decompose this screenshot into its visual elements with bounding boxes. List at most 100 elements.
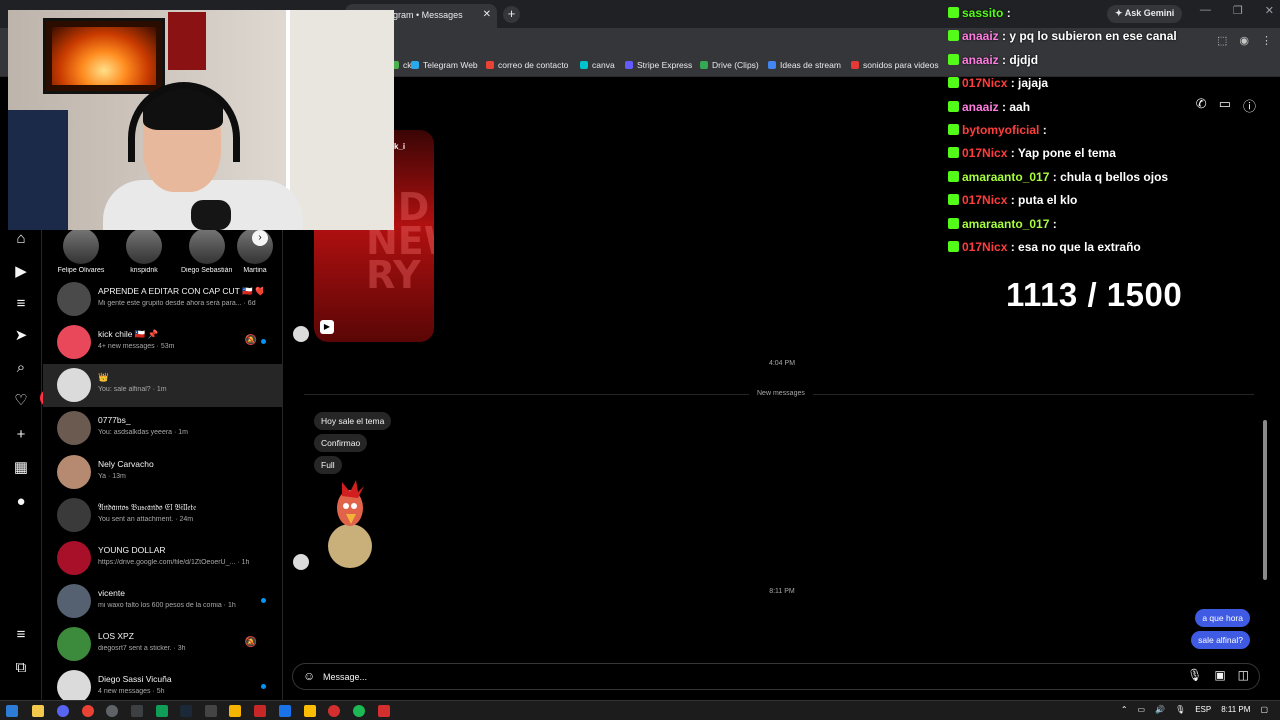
windows-start-icon[interactable]	[6, 705, 18, 717]
image-upload-icon[interactable]: ▣	[1214, 668, 1225, 682]
app-icon[interactable]	[328, 705, 340, 717]
avatar	[57, 584, 91, 618]
bookmark-item[interactable]: sonidos para videos	[851, 60, 939, 70]
conversation-preview: diegosrt7 sent a sticker. · 3h	[98, 645, 186, 652]
message-bubble-outgoing[interactable]: sale alfinal?	[1191, 631, 1250, 649]
chrome-icon[interactable]	[82, 705, 94, 717]
also-from-meta-icon[interactable]: ⧉	[11, 658, 31, 678]
drive-icon	[700, 61, 708, 69]
message-bubble-outgoing[interactable]: a que hora	[1195, 609, 1250, 627]
webcam-fireplace	[52, 27, 156, 85]
avatar	[57, 498, 91, 532]
close-tab-icon[interactable]: ✕	[483, 9, 491, 20]
file-explorer-icon[interactable]	[32, 705, 44, 717]
mic-icon[interactable]: 🎙	[1175, 705, 1185, 714]
tab-title: gram • Messages	[393, 10, 463, 20]
sender-avatar	[293, 554, 309, 570]
terminal-icon[interactable]	[156, 705, 168, 717]
rooster-sticker[interactable]	[320, 476, 378, 570]
clock[interactable]: 8:11 PM	[1221, 705, 1250, 714]
conversation-row[interactable]: vicente mi waxo falto los 600 pesos de la…	[43, 580, 283, 623]
stream-chat-message: 017Nicx : jajaja	[948, 76, 1048, 96]
chevron-right-icon[interactable]: ›	[252, 230, 268, 246]
messenger-icon[interactable]: ➤	[11, 326, 31, 346]
app-icon[interactable]	[205, 705, 217, 717]
microphone-icon[interactable]: 🎙	[1187, 668, 1202, 682]
conversation-name: 𝔄𝔫𝔡𝔞𝔪𝔬𝔰 𝔅𝔲𝔰𝔠𝔞𝔫𝔡𝔬 𝔈𝔩 𝔅𝔦𝔩𝔩𝔢𝔱𝔢	[98, 502, 197, 512]
stream-chat-username: 017Nicx	[962, 193, 1008, 208]
discord-icon[interactable]	[57, 705, 69, 717]
notifications-icon[interactable]: ▢	[1260, 705, 1268, 714]
chevron-up-icon[interactable]: ⌃	[1121, 705, 1128, 714]
conversation-name: 👑	[98, 372, 109, 382]
bookmark-item[interactable]: Telegram Web	[411, 60, 478, 70]
bookmark-item[interactable]: Stripe Express	[625, 60, 692, 70]
steam-icon[interactable]	[180, 705, 192, 717]
conversation-row[interactable]: APRENDE A EDITAR CON CAP CUT 🇨🇱 ❤️ 📌 Mi g…	[43, 278, 283, 321]
chat-scrollbar[interactable]	[1263, 420, 1267, 580]
notifications-heart-icon[interactable]: ♡	[11, 391, 31, 411]
conversation-row[interactable]: Nely Carvacho Ya · 13m	[43, 451, 283, 494]
stream-chat-username: anaaiz	[962, 99, 999, 114]
bookmark-item[interactable]: Ideas de stream	[768, 60, 841, 70]
app-icon[interactable]	[378, 705, 390, 717]
language-indicator[interactable]: ESP	[1195, 705, 1211, 714]
avatar	[57, 325, 91, 359]
conversation-row[interactable]: 𝔄𝔫𝔡𝔞𝔪𝔬𝔰 𝔅𝔲𝔰𝔠𝔞𝔫𝔡𝔬 𝔈𝔩 𝔅𝔦𝔩𝔩𝔢𝔱𝔢 You sent an a…	[43, 494, 283, 537]
message-bubble-incoming[interactable]: Hoy sale el tema	[314, 412, 392, 430]
message-bubble-incoming[interactable]: Confirmao	[314, 434, 368, 452]
bookmark-item[interactable]: canva	[580, 60, 615, 70]
sticker-icon[interactable]: ◫	[1238, 668, 1249, 682]
home-icon[interactable]: ⌂	[11, 229, 31, 249]
app-icon[interactable]	[131, 705, 143, 717]
reels-icon[interactable]: ▶	[11, 262, 31, 282]
app-icon[interactable]	[229, 705, 241, 717]
conversation-row[interactable]: 0777bs_ You: asdsalkdas yeeera · 1m	[43, 407, 283, 450]
story-item[interactable]: Diego Sebastián ...	[181, 228, 233, 274]
app-icon[interactable]	[254, 705, 266, 717]
webcam-chair	[8, 110, 68, 230]
app-icon[interactable]	[304, 705, 316, 717]
stream-chat-text: jajaja	[1018, 76, 1049, 91]
conversation-row[interactable]: YOUNG DOLLAR https://drive.google.com/fil…	[43, 537, 283, 580]
conversation-row[interactable]: LOS XPZ diegosrt7 sent a sticker. · 3h 🔕	[43, 623, 283, 666]
bookmark-label: canva	[592, 60, 615, 70]
stream-chat-username: bytomyoficial	[962, 123, 1040, 137]
obs-icon[interactable]	[106, 705, 118, 717]
timestamp: 8:11 PM	[769, 588, 795, 595]
network-icon[interactable]: ▭	[1138, 705, 1146, 714]
bookmark-item[interactable]: correo de contacto	[486, 60, 568, 70]
search-icon[interactable]: ⌕	[11, 358, 31, 378]
bookmark-label: Telegram Web	[423, 60, 478, 70]
bookmark-label: Ideas de stream	[780, 60, 841, 70]
bookmark-item[interactable]: ck	[391, 60, 412, 70]
message-bubble-incoming[interactable]: Full	[314, 456, 342, 474]
create-icon[interactable]: +	[11, 425, 31, 445]
avatar	[189, 228, 225, 264]
conversation-row[interactable]: kick chile 🇨🇱 📌 4+ new messages · 53m 🔕	[43, 321, 283, 364]
conversation-row[interactable]: 👑 You: sale alfinal? · 1m	[43, 364, 283, 407]
spotify-icon[interactable]	[353, 705, 365, 717]
conversation-preview: You sent an attachment. · 24m	[98, 516, 194, 523]
story-item[interactable]: Felipe Olivares	[55, 228, 107, 274]
dashboard-icon[interactable]: ▦	[11, 458, 31, 478]
feed-icon[interactable]: ≡	[11, 294, 31, 314]
app-icon[interactable]	[279, 705, 291, 717]
profile-avatar-icon[interactable]: ●	[11, 492, 31, 512]
more-menu-icon[interactable]: ≡	[11, 625, 31, 645]
browser-menu-icon[interactable]: ⋮	[1261, 34, 1272, 47]
conversation-preview: Mi gente este grupito desde ahora será p…	[98, 300, 256, 307]
close-window-icon[interactable]: ✕	[1265, 4, 1274, 17]
message-input[interactable]	[323, 668, 1143, 685]
unread-dot	[261, 598, 266, 603]
story-item[interactable]: krispidnk	[118, 228, 170, 274]
stream-chat-text: aah	[1009, 99, 1031, 114]
conversation-preview: You: sale alfinal? · 1m	[98, 386, 167, 393]
play-icon[interactable]: ▶	[320, 320, 334, 334]
bookmark-item[interactable]: Drive (Clips)	[700, 60, 759, 70]
new-tab-button[interactable]: +	[503, 6, 520, 23]
bookmark-label: correo de contacto	[498, 60, 569, 70]
separator: :	[1007, 76, 1019, 91]
emoji-icon[interactable]: ☺	[303, 669, 315, 683]
volume-icon[interactable]: 🔊	[1155, 705, 1165, 714]
